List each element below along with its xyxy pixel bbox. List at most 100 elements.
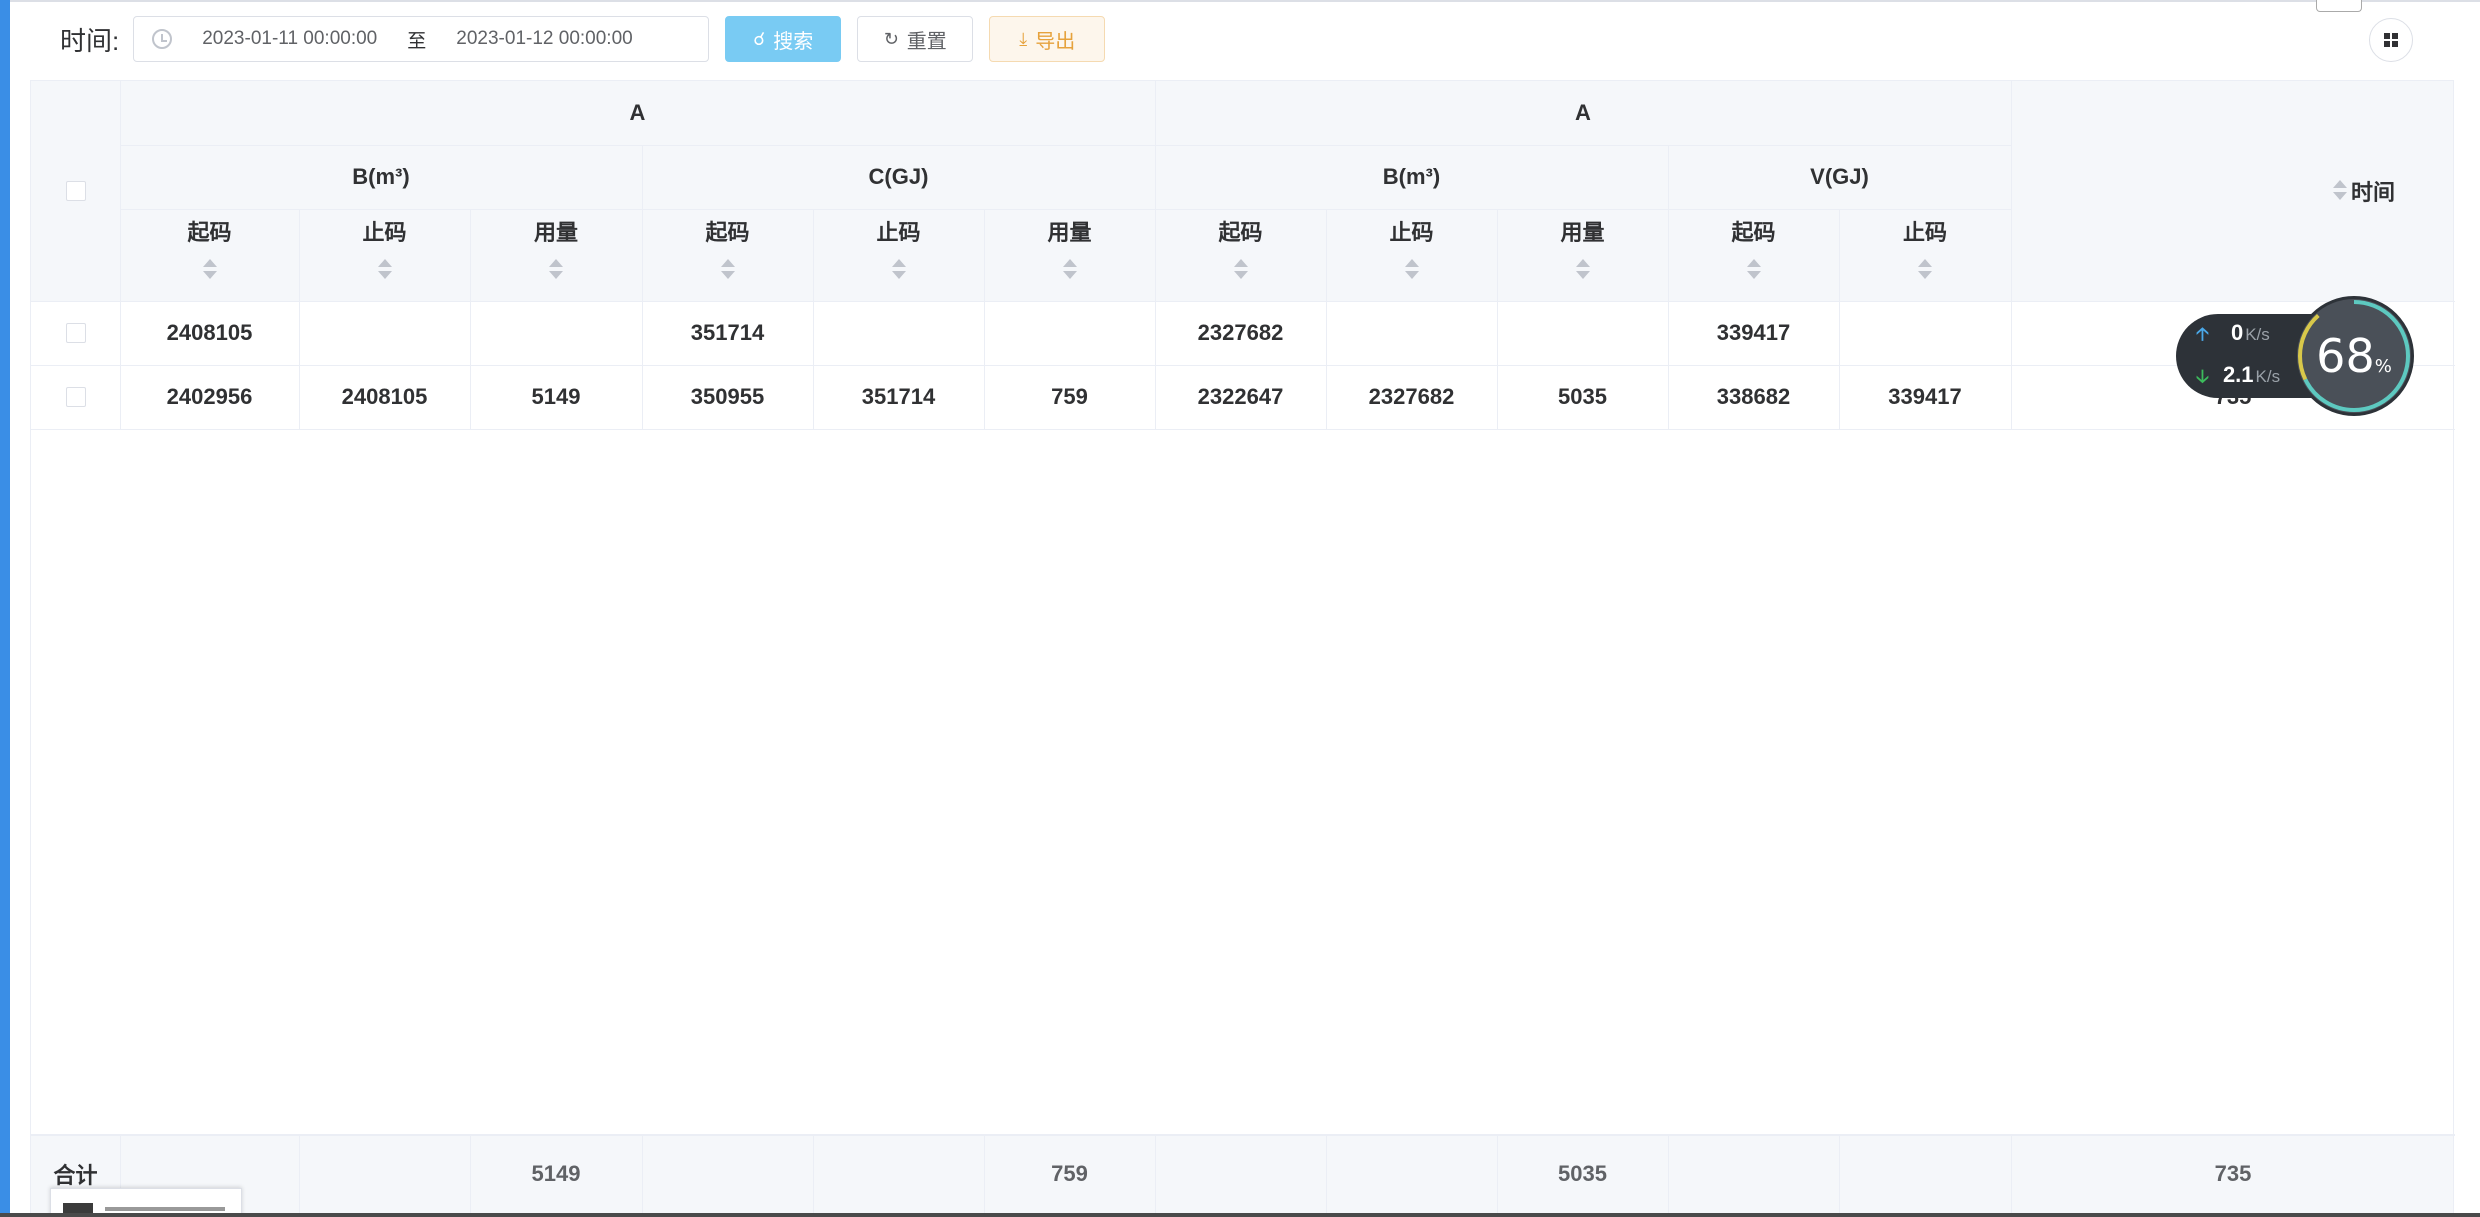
column-header-usage[interactable]: 用量 bbox=[1497, 209, 1668, 247]
column-header-usage[interactable]: 用量 bbox=[470, 209, 642, 247]
table-cell: 350955 bbox=[690, 384, 765, 409]
header-sub-v: V(GJ) bbox=[1810, 164, 1869, 189]
export-button-label: 导出 bbox=[1035, 30, 1076, 53]
header-sub-c: C(GJ) bbox=[868, 164, 929, 189]
sort-caret-icon[interactable] bbox=[1062, 259, 1077, 281]
footer-cell bbox=[1668, 1134, 1839, 1213]
table-cell bbox=[813, 301, 984, 365]
column-settings-button[interactable] bbox=[2369, 18, 2413, 62]
table-cell: 2327682 bbox=[1197, 320, 1284, 345]
date-end-input[interactable]: 2023-01-12 00:00:00 bbox=[456, 28, 632, 50]
column-header-start[interactable]: 起码 bbox=[642, 209, 813, 247]
column-header-end[interactable]: 止码 bbox=[813, 209, 984, 247]
footer-cell: 759 bbox=[1051, 1160, 1088, 1186]
cpu-usage-dial: 68% bbox=[2294, 296, 2414, 416]
footer-cell bbox=[1155, 1134, 1326, 1213]
search-button-label: 搜索 bbox=[773, 30, 814, 53]
sort-caret-icon[interactable] bbox=[891, 259, 906, 281]
column-header-end[interactable]: 止码 bbox=[299, 209, 470, 247]
table-cell: 339417 bbox=[1888, 384, 1962, 409]
column-header-usage[interactable]: 用量 bbox=[984, 209, 1155, 247]
date-range-picker[interactable]: 2023-01-11 00:00:00 至 2023-01-12 00:00:0… bbox=[133, 16, 710, 62]
row-checkbox[interactable] bbox=[65, 323, 86, 343]
usage-ring-icon bbox=[2298, 300, 2410, 412]
table-cell bbox=[299, 301, 470, 365]
header-sub-b-left: B(m³) bbox=[352, 164, 410, 189]
table-cell: 5035 bbox=[1558, 384, 1607, 409]
table-cell bbox=[1497, 301, 1668, 365]
table-cell bbox=[470, 301, 642, 365]
footer-cell bbox=[813, 1134, 984, 1213]
date-start-input[interactable]: 2023-01-11 00:00:00 bbox=[202, 28, 377, 50]
footer-cell: 5149 bbox=[531, 1160, 581, 1186]
reset-button[interactable]: ↻ 重置 bbox=[857, 16, 974, 62]
table-cell: 2408105 bbox=[166, 320, 253, 345]
export-button[interactable]: ⤓ 导出 bbox=[989, 16, 1106, 62]
download-unit: K/s bbox=[2255, 367, 2281, 386]
sort-caret-icon[interactable] bbox=[720, 259, 735, 281]
download-value: 2.1 bbox=[2222, 362, 2254, 387]
footer-cell bbox=[1326, 1134, 1497, 1213]
upload-unit: K/s bbox=[2245, 325, 2270, 344]
sort-caret-icon[interactable] bbox=[549, 259, 563, 281]
footer-cell bbox=[642, 1134, 813, 1213]
toolbar: 时间: 2023-01-11 00:00:00 至 2023-01-12 00:… bbox=[60, 16, 1106, 62]
table-cell bbox=[1839, 301, 2011, 365]
select-all-checkbox[interactable] bbox=[65, 181, 86, 201]
sort-caret-icon[interactable] bbox=[1575, 259, 1590, 281]
grid-icon bbox=[2384, 33, 2398, 47]
footer-cell: 735 bbox=[2214, 1160, 2252, 1186]
sort-caret-icon[interactable] bbox=[377, 259, 392, 281]
search-icon: ☌ bbox=[753, 28, 766, 49]
header-group-a-right: A bbox=[1575, 100, 1591, 125]
search-button[interactable]: ☌ 搜索 bbox=[725, 16, 842, 62]
date-separator: 至 bbox=[407, 30, 427, 52]
column-header-start[interactable]: 起码 bbox=[1155, 209, 1326, 247]
refresh-icon: ↻ bbox=[883, 28, 899, 49]
sort-caret-icon[interactable] bbox=[1746, 259, 1761, 281]
table-cell: 351714 bbox=[861, 384, 936, 409]
column-header-end[interactable]: 止码 bbox=[1326, 209, 1497, 247]
upload-speed: 🡡 0 K/s bbox=[2196, 320, 2270, 352]
table-cell: 2408105 bbox=[341, 384, 428, 409]
upload-value: 0 bbox=[2230, 320, 2244, 345]
download-arrow-icon: 🡣 bbox=[2196, 366, 2209, 386]
table-cell: 338682 bbox=[1716, 384, 1791, 409]
window-bottom-edge bbox=[0, 1213, 2480, 1217]
table-cell bbox=[1326, 301, 1497, 365]
reset-button-label: 重置 bbox=[906, 30, 947, 53]
footer-cell: 5035 bbox=[1558, 1160, 1607, 1186]
column-header-end[interactable]: 止码 bbox=[1839, 209, 2011, 247]
clock-icon bbox=[152, 29, 173, 49]
table-cell: 339417 bbox=[1716, 320, 1791, 345]
header-group-a-left: A bbox=[629, 100, 646, 125]
sort-caret-icon[interactable] bbox=[1404, 259, 1419, 281]
download-speed: 🡣 2.1 K/s bbox=[2196, 362, 2280, 394]
window-left-accent bbox=[0, 0, 10, 1217]
time-label: 时间: bbox=[60, 25, 120, 56]
column-header-start[interactable]: 起码 bbox=[1668, 209, 1839, 247]
sort-caret-icon[interactable] bbox=[1233, 259, 1248, 281]
footer-cell bbox=[299, 1134, 470, 1213]
download-icon: ⤓ bbox=[1019, 28, 1028, 49]
window-top-border bbox=[10, 0, 2480, 2]
sort-caret-icon[interactable] bbox=[202, 259, 217, 281]
upload-arrow-icon: 🡡 bbox=[2196, 324, 2209, 344]
time-sort-caret-icon[interactable] bbox=[2333, 180, 2347, 202]
column-header-time[interactable]: 时间 bbox=[2011, 81, 2415, 301]
table-cell: 2327682 bbox=[1368, 384, 1455, 409]
network-speed-widget[interactable]: 🡡 0 K/s 🡣 2.1 K/s 68% bbox=[2176, 296, 2416, 416]
footer-cell bbox=[1839, 1134, 2011, 1213]
table-cell: 2322647 bbox=[1197, 384, 1284, 409]
table-cell: 5149 bbox=[531, 384, 581, 409]
thumbnail-caption bbox=[105, 1207, 225, 1211]
row-checkbox[interactable] bbox=[65, 387, 86, 407]
table-cell: 759 bbox=[1051, 384, 1088, 409]
table-cell: 351714 bbox=[690, 320, 765, 345]
top-edge-tab[interactable] bbox=[2316, 0, 2362, 12]
sort-caret-icon[interactable] bbox=[1918, 259, 1932, 281]
column-header-start[interactable]: 起码 bbox=[120, 209, 299, 247]
table-cell bbox=[984, 301, 1155, 365]
table-cell: 2402956 bbox=[166, 384, 253, 409]
data-table: A A B(m³) C(GJ) B(m³) V(GJ) 起码 止码 用量 起码 止码 用量 起码 止码 用量… bbox=[30, 80, 2455, 1213]
